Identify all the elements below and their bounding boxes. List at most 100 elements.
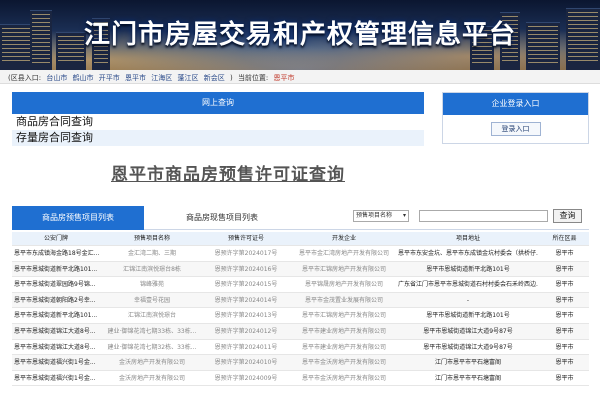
table-cell: 恩平市恩城街道新平北路101号 (426, 265, 510, 273)
tab-presale-projects[interactable]: 商品房预售项目列表 (12, 206, 144, 230)
online-query-panel: 网上查询 商品房合同查询 存量房合同查询 (12, 92, 424, 156)
table-cell: 恩预许字第2024013号 (214, 312, 278, 320)
search-field-value: 预售项目名称 (356, 212, 393, 219)
table-cell: 恩预许字第2024011号 (214, 343, 278, 351)
table-cell: 汇锦江南滨悦璟台8栋 (123, 265, 181, 273)
table-cell: - (466, 296, 470, 304)
online-query-header: 网上查询 (12, 92, 424, 114)
commercial-contract-query-link[interactable]: 商品房合同查询 (12, 114, 424, 130)
table-cell: 恩平市建业房地产开发有限公司 (301, 343, 386, 351)
login-button[interactable]: 登录入口 (490, 122, 541, 136)
table-row[interactable]: 恩平市东成镇海金路18号金汇... 金汇湾二期、三期 恩预许字第2024017号 恩平… (12, 246, 589, 262)
region-link-heshan[interactable]: 鹤山市 (73, 74, 94, 82)
table-cell: 恩平市 (555, 250, 574, 257)
region-link-enping[interactable]: 恩平市 (125, 74, 146, 82)
search-button[interactable]: 查询 (553, 209, 582, 223)
table-cell: 恩预许字第2024017号 (214, 250, 278, 257)
table-cell: 建业·御锦花湾七期33栋、33栋... (107, 327, 197, 335)
table-cell: 恩平市恩城街道朝阳路2号幸... (14, 296, 96, 304)
table-cell: 恩平市 (555, 296, 574, 304)
table-cell: 恩平市 (555, 281, 574, 289)
table-header-row: 公安门牌 预售项目名称 预售许可证号 开发企业 项目地址 所在区县 (12, 232, 589, 246)
table-cell: 恩平市 (555, 343, 574, 351)
region-link-taishan[interactable]: 台山市 (46, 74, 67, 82)
table-row[interactable]: 恩平市恩城街道新平北路101... 汇锦江南滨悦璟台 恩预许字第2024013号 恩平… (12, 308, 589, 324)
table-cell: 恩平市金茂置业发展有限公司 (304, 296, 383, 304)
header-developer: 开发企业 (331, 235, 356, 242)
table-row[interactable]: 恩平市恩城街道翠园路9号锦... 锦峰雅苑 恩预许字第2024015号 恩平锦晟房地产… (12, 277, 589, 293)
table-row[interactable]: 恩平市恩城街道锦江大道8号... 建业·御锦花湾七期32栋、33栋... 恩预许字第… (12, 340, 589, 356)
table-cell: 恩预许字第2024010号 (214, 359, 278, 367)
table-cell: 恩平市 (555, 265, 574, 273)
table-row[interactable]: 恩平市恩城街道朝阳路2号幸... 幸福壹号花园 恩预许字第2024014号 恩平市金茂… (12, 292, 589, 309)
table-cell: 恩平市东安金坑、恩平市东成镇金坑村委会（拱桥仔... (398, 250, 538, 257)
table-row[interactable]: 恩平市恩城街道福兴街1号金... 金沃房地产开发有限公司 恩预许字第2024009号… (12, 371, 589, 387)
region-link-xinhui[interactable]: 新会区 (204, 74, 225, 82)
table-cell: 恩平市恩城街道福兴街1号金... (14, 359, 96, 367)
table-cell: 恩平市恩城街道新平北路101... (14, 265, 98, 273)
table-cell: 恩平锦晟房地产开发有限公司 (304, 281, 383, 289)
table-cell: 广东省江门市恩平市恩城街道石村村委会石禾岭西边... (398, 281, 538, 289)
table-cell: 恩预许字第2024014号 (214, 296, 278, 304)
current-location: 恩平市 (273, 74, 295, 82)
table-cell: 恩预许字第2024009号 (214, 374, 278, 382)
table-cell: 恩平市恩城街道锦江大道8号... (14, 343, 96, 351)
region-link-kaiping[interactable]: 开平市 (99, 74, 120, 82)
site-title: 江门市房屋交易和产权管理信息平台 (83, 20, 516, 50)
table-cell: 金汇湾二期、三期 (127, 250, 176, 257)
table-cell: 江门市恩平市平石塘富阁 (434, 374, 501, 382)
table-cell: 恩平市恩城街道锦江大道9号87号 (423, 343, 513, 351)
table-cell: 恩平市 (555, 312, 574, 320)
enterprise-login-panel: 企业登录入口 登录入口 (442, 92, 589, 144)
search-input[interactable] (419, 210, 548, 222)
region-link-pengjiang[interactable]: 蓬江区 (178, 74, 199, 82)
chevron-down-icon: ▾ (402, 212, 406, 219)
tab-bar: 商品房预售项目列表 商品房现售项目列表 预售项目名称 ▾ 查询 (12, 206, 589, 230)
table-cell: 恩平市建业房地产开发有限公司 (301, 327, 386, 335)
table-cell: 恩平市汇锦房地产开发有限公司 (301, 265, 386, 273)
table-row[interactable]: 恩平市恩城街道福兴街1号金... 金沃房地产开发有限公司 恩预许字第2024010号… (12, 355, 589, 371)
table-cell: 恩平市恩城街道锦江大道9号87号 (423, 327, 513, 335)
table-cell: 金沃房地产开发有限公司 (118, 359, 185, 367)
page-title: 恩平市商品房预售许可证查询 (111, 165, 345, 185)
location-label: 当前位置: (237, 74, 269, 82)
table-cell: 恩预许字第2024012号 (214, 327, 278, 335)
table-cell: 恩平市恩城街道新平北路101... (14, 312, 98, 320)
table-cell: 恩平市恩城街道福兴街1号金... (14, 374, 96, 382)
table-body: 恩平市东成镇海金路18号金汇... 金汇湾二期、三期 恩预许字第2024017号 恩平… (12, 246, 589, 387)
table-cell: 汇锦江南滨悦璟台 (127, 312, 176, 320)
table-cell: 恩平市恩城街道新平北路101号 (426, 312, 510, 320)
table-cell: 江门市恩平市平石塘富阁 (434, 359, 501, 367)
presale-table: 公安门牌 预售项目名称 预售许可证号 开发企业 项目地址 所在区县 恩平市东成镇… (12, 232, 589, 387)
search-field-select[interactable]: 预售项目名称 ▾ (353, 210, 409, 222)
table-row[interactable]: 恩平市恩城街道锦江大道8号... 建业·御锦花湾七期33栋、33栋... 恩预许字第… (12, 323, 589, 340)
header-district: 所在区县 (552, 235, 577, 242)
table-cell: 恩平市 (555, 327, 574, 335)
table-cell: 恩平市金沃房地产开发有限公司 (301, 359, 386, 367)
table-cell: 恩平市东成镇海金路18号金汇... (14, 250, 100, 257)
header-license-number: 预售许可证号 (227, 235, 264, 242)
table-cell: 恩平市金沃房地产开发有限公司 (301, 374, 386, 382)
header-project-name: 预售项目名称 (133, 235, 170, 242)
table-cell: 恩平市金汇湾房地产开发有限公司 (298, 250, 389, 257)
region-close: ) (229, 74, 233, 82)
table-cell: 恩预许字第2024015号 (214, 281, 278, 289)
table-row[interactable]: 恩平市恩城街道新平北路101... 汇锦江南滨悦璟台8栋 恩预许字第2024016号… (12, 261, 589, 278)
header-house-number: 公安门牌 (43, 235, 68, 242)
table-cell: 恩平市汇锦房地产开发有限公司 (301, 312, 386, 320)
table-cell: 锦峰雅苑 (139, 281, 164, 289)
tab-spot-sale-projects[interactable]: 商品房现售项目列表 (162, 206, 282, 230)
header-project-address: 项目地址 (455, 235, 480, 242)
table-cell: 幸福壹号花园 (133, 296, 170, 304)
table-cell: 恩平市 (555, 374, 574, 382)
enterprise-login-header: 企业登录入口 (443, 93, 588, 115)
table-cell: 恩预许字第2024016号 (214, 265, 278, 273)
region-label: (区县入口: (8, 74, 42, 82)
existing-contract-query-link[interactable]: 存量房合同查询 (12, 130, 424, 146)
table-cell: 建业·御锦花湾七期32栋、33栋... (107, 343, 197, 351)
table-cell: 金沃房地产开发有限公司 (118, 374, 185, 382)
table-cell: 恩平市恩城街道锦江大道8号... (14, 327, 96, 335)
region-link-jianghai[interactable]: 江海区 (151, 74, 172, 82)
table-cell: 恩平市 (555, 359, 574, 367)
table-cell: 恩平市恩城街道翠园路9号锦... (14, 281, 96, 289)
